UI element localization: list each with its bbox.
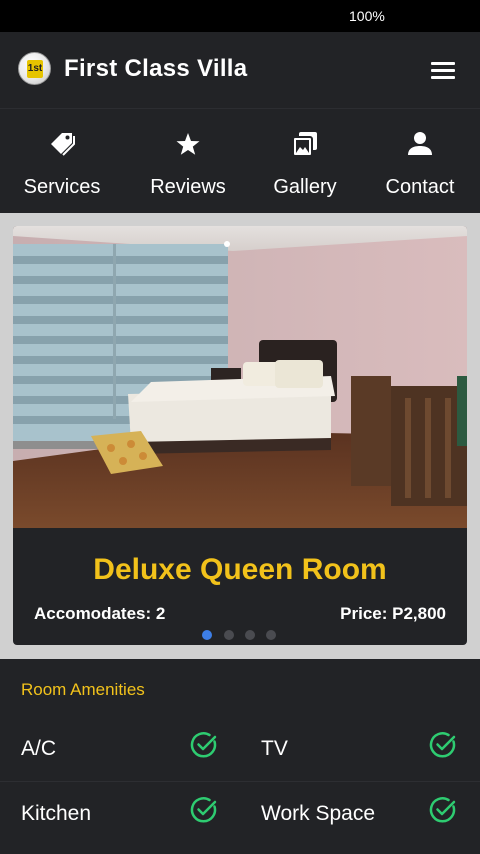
room-photo[interactable] xyxy=(13,226,467,528)
amenities-title: Room Amenities xyxy=(21,680,145,699)
tab-reviews-label: Reviews xyxy=(150,176,226,198)
tab-gallery-label: Gallery xyxy=(273,176,337,198)
room-name: Deluxe Queen Room xyxy=(93,553,387,586)
tab-services[interactable]: Services xyxy=(2,109,122,214)
tab-services-label: Services xyxy=(23,176,101,198)
tab-contact-label: Contact xyxy=(385,176,455,198)
amenity-item: Kitchen xyxy=(21,784,221,848)
status-bar: 100% xyxy=(0,0,480,32)
carousel-dot[interactable] xyxy=(245,630,255,640)
amenities-section: Room Amenities A/C TV Kitchen Work Space xyxy=(0,659,480,854)
star-icon xyxy=(176,133,200,155)
amenity-name: TV xyxy=(261,737,288,760)
carousel-dot[interactable] xyxy=(266,630,276,640)
tab-bar: Services Reviews Gallery Contact xyxy=(0,108,480,213)
check-circle-icon xyxy=(429,732,456,758)
tab-contact[interactable]: Contact xyxy=(360,109,480,214)
logo-badge: 1st xyxy=(27,60,43,78)
amenity-item: Work Space xyxy=(261,784,461,848)
tab-gallery[interactable]: Gallery xyxy=(245,109,365,214)
divider xyxy=(0,781,480,782)
amenity-name: Work Space xyxy=(261,802,375,825)
amenity-name: Kitchen xyxy=(21,802,92,825)
carousel-dot[interactable] xyxy=(202,630,212,640)
hamburger-menu-icon[interactable] xyxy=(427,56,459,84)
room-card[interactable]: Deluxe Queen Room Accomodates: 2 Price: … xyxy=(13,226,467,645)
amenity-name: A/C xyxy=(21,737,57,760)
amenity-item: A/C xyxy=(21,719,221,783)
carousel-dot[interactable] xyxy=(224,630,234,640)
amenity-item: TV xyxy=(261,719,461,783)
check-circle-icon xyxy=(429,797,456,823)
tag-icon xyxy=(51,133,75,156)
tab-reviews[interactable]: Reviews xyxy=(128,109,248,214)
battery-level: 100% xyxy=(349,8,385,24)
check-circle-icon xyxy=(190,797,217,823)
accommodates-text: Accomodates: 2 xyxy=(34,604,166,623)
app-title: First Class Villa xyxy=(64,55,248,82)
price-text: Price: P2,800 xyxy=(340,604,446,623)
person-icon xyxy=(408,132,432,155)
app-logo: 1st xyxy=(18,52,51,85)
app-bar: 1st First Class Villa xyxy=(0,32,480,107)
image-icon xyxy=(292,132,317,157)
check-circle-icon xyxy=(190,732,217,758)
